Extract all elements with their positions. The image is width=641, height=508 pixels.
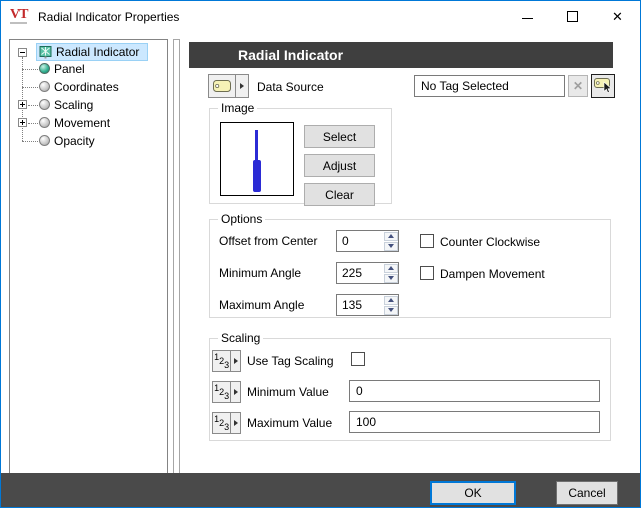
spin-down-icon (388, 308, 394, 312)
cancel-button[interactable]: Cancel (556, 481, 618, 505)
close-button[interactable]: ✕ (595, 1, 640, 31)
image-group-title: Image (218, 101, 257, 115)
minimum-angle-label: Minimum Angle (219, 262, 301, 284)
use-tag-scaling-checkbox[interactable] (351, 352, 365, 366)
spin-up-icon (388, 234, 394, 238)
tree-item-movement[interactable]: Movement (54, 115, 110, 131)
minimize-icon (522, 18, 533, 19)
title-bar[interactable]: VT Radial Indicator Properties ✕ (1, 1, 640, 32)
tree-connector-line (22, 69, 38, 71)
radial-indicator-icon (39, 46, 52, 59)
movement-status-icon (39, 117, 50, 128)
options-group-title: Options (218, 212, 265, 226)
scaling-group: Scaling 123 Use Tag Scaling 123 Minimum … (209, 338, 611, 441)
minimum-angle-input[interactable] (337, 263, 384, 283)
select-tag-button[interactable] (591, 74, 615, 98)
needle-image (253, 160, 261, 192)
adjust-image-button[interactable]: Adjust (304, 154, 375, 177)
maximum-value-input[interactable] (349, 411, 600, 433)
numeric-123-icon: 123 (213, 382, 230, 402)
minimize-button[interactable] (505, 1, 550, 31)
panel-splitter[interactable] (173, 39, 180, 474)
image-preview (220, 122, 294, 196)
maximum-angle-input[interactable] (337, 295, 384, 315)
min-angle-spin-up-button[interactable] (384, 264, 398, 273)
scaling-status-icon (39, 99, 50, 110)
footer-bar: OK Cancel (1, 473, 640, 507)
ok-button[interactable]: OK (430, 481, 516, 505)
scaling-group-title: Scaling (218, 331, 263, 345)
offset-spinner[interactable] (336, 230, 399, 252)
use-tag-scaling-numeric-button[interactable]: 123 (212, 350, 241, 372)
tree-connector-line (28, 105, 38, 107)
max-angle-spin-up-button[interactable] (384, 296, 398, 305)
dampen-movement-label: Dampen Movement (440, 267, 545, 281)
offset-input[interactable] (337, 231, 384, 251)
minimum-value-input[interactable] (349, 380, 600, 402)
maximum-value-label: Maximum Value (247, 414, 332, 432)
numeric-123-icon: 123 (213, 351, 230, 371)
minimum-angle-spinner[interactable] (336, 262, 399, 284)
numeric-123-icon: 123 (213, 413, 230, 433)
page-title: Radial Indicator (189, 42, 613, 68)
opacity-status-icon (39, 135, 50, 146)
coordinates-status-icon (39, 81, 50, 92)
tree-connector-line (22, 141, 38, 143)
spin-up-icon (388, 266, 394, 270)
tree-connector-line (28, 123, 38, 125)
dropdown-arrow-icon (230, 382, 240, 402)
data-source-input[interactable] (414, 75, 565, 97)
min-angle-spin-down-button[interactable] (384, 274, 398, 283)
clear-image-button[interactable]: Clear (304, 183, 375, 206)
counter-clockwise-label: Counter Clockwise (440, 235, 540, 249)
spin-down-icon (388, 244, 394, 248)
tree-item-label: Radial Indicator (56, 45, 139, 59)
clear-tag-button[interactable]: ✕ (568, 75, 588, 97)
close-icon: ✕ (612, 10, 623, 23)
spin-up-icon (388, 298, 394, 302)
tag-cursor-icon (594, 77, 612, 96)
maximum-value-numeric-button[interactable]: 123 (212, 412, 241, 434)
tree-item-radial-indicator[interactable]: Radial Indicator (36, 43, 148, 61)
tree-expander-radial-indicator[interactable] (18, 48, 27, 57)
clear-x-icon: ✕ (573, 79, 583, 93)
maximize-button[interactable] (550, 1, 595, 31)
radial-indicator-properties-dialog: VT Radial Indicator Properties ✕ Radial … (0, 0, 641, 508)
options-group: Options Offset from Center Counter Clock… (209, 219, 611, 318)
data-source-tag-button[interactable] (208, 74, 249, 98)
offset-spin-down-button[interactable] (384, 242, 398, 251)
use-tag-scaling-label: Use Tag Scaling (247, 352, 334, 370)
offset-spin-up-button[interactable] (384, 232, 398, 241)
dropdown-arrow-icon (230, 351, 240, 371)
dropdown-arrow-icon (230, 413, 240, 433)
dropdown-arrow-icon (235, 75, 248, 97)
select-image-button[interactable]: Select (304, 125, 375, 148)
property-tree: Radial Indicator Panel Coordinates Scali… (9, 39, 168, 474)
max-angle-spin-down-button[interactable] (384, 306, 398, 315)
counter-clockwise-checkbox[interactable] (420, 234, 434, 248)
panel-status-icon (39, 63, 50, 74)
maximum-angle-label: Maximum Angle (219, 294, 304, 316)
dampen-movement-checkbox[interactable] (420, 266, 434, 280)
window-title: Radial Indicator Properties (38, 10, 179, 24)
offset-from-center-label: Offset from Center (219, 230, 317, 252)
image-group: Image Select Adjust Clear (209, 108, 392, 204)
minimum-value-label: Minimum Value (247, 383, 329, 401)
needle-image (255, 130, 258, 161)
maximize-icon (567, 11, 578, 22)
tree-expander-scaling[interactable] (18, 100, 27, 109)
tag-icon (209, 75, 235, 97)
tree-item-scaling[interactable]: Scaling (54, 97, 93, 113)
minimum-value-numeric-button[interactable]: 123 (212, 381, 241, 403)
app-logo-icon: VT (10, 8, 27, 24)
data-source-label: Data Source (257, 80, 324, 94)
maximum-angle-spinner[interactable] (336, 294, 399, 316)
tree-connector-line (22, 87, 38, 89)
tree-item-coordinates[interactable]: Coordinates (54, 79, 119, 95)
spin-down-icon (388, 276, 394, 280)
tree-expander-movement[interactable] (18, 118, 27, 127)
tree-item-panel[interactable]: Panel (54, 61, 85, 77)
tree-item-opacity[interactable]: Opacity (54, 133, 95, 149)
